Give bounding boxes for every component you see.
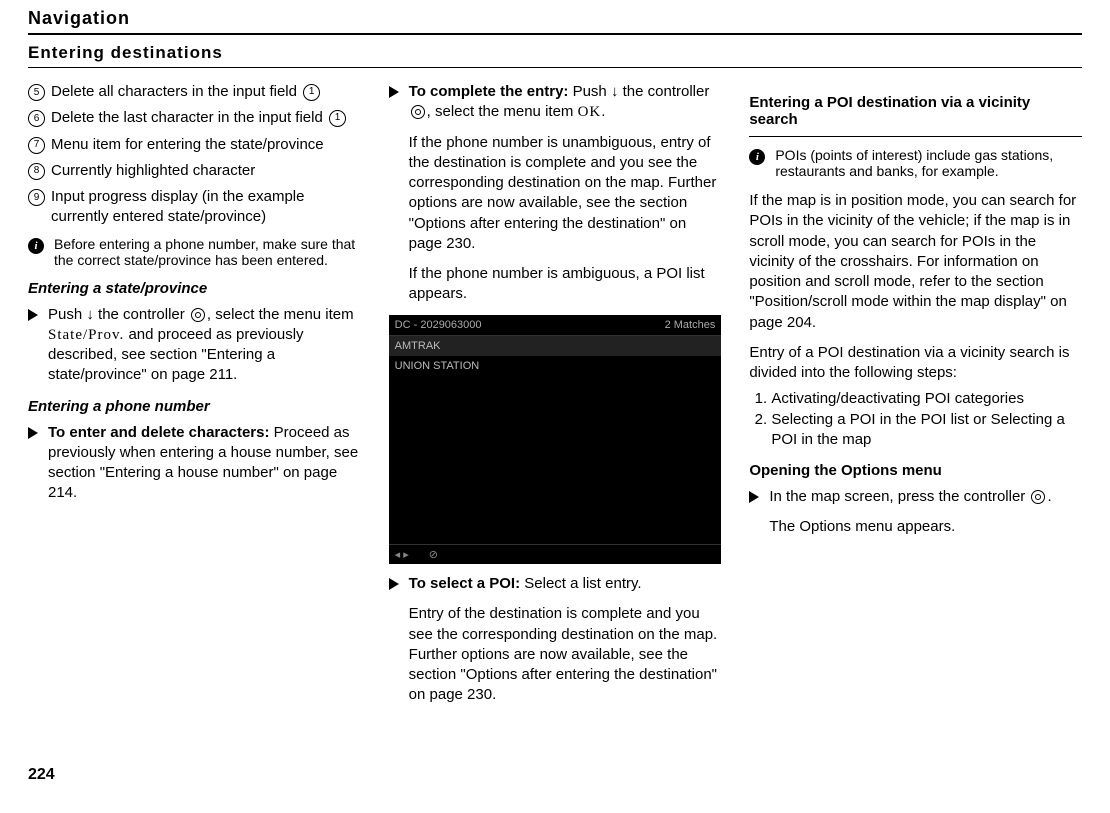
text: , select the menu item [427, 103, 578, 120]
device-screenshot: DC - 2029063000 2 Matches AMTRAK UNION S… [389, 315, 722, 565]
text: Delete the last character in the input f… [51, 109, 327, 126]
step-text: To complete the entry: Push ↓ the contro… [409, 82, 722, 123]
content-columns: 5 Delete all characters in the input fie… [28, 82, 1082, 716]
step-text: Push ↓ the controller , select the menu … [48, 305, 361, 386]
menu-label: OK [578, 104, 602, 120]
text: . [601, 103, 605, 120]
legend-item-5: 5 Delete all characters in the input fie… [28, 82, 361, 102]
body-text: Entry of the destination is complete and… [409, 604, 722, 705]
circled-number-icon: 5 [28, 84, 45, 101]
legend-text: Menu item for entering the state/provinc… [51, 135, 361, 155]
legend-text: Delete all characters in the input field… [51, 82, 361, 102]
step-triangle-icon [749, 491, 759, 503]
instruction-step: Push ↓ the controller , select the menu … [28, 305, 361, 386]
heading-options-menu: Opening the Options menu [749, 462, 1082, 479]
legend-text: Delete the last character in the input f… [51, 108, 361, 128]
text: Push [48, 306, 86, 323]
step-bold-label: To select a POI: [409, 575, 520, 592]
text: In the map screen, press the controller [769, 488, 1029, 505]
menu-label: State/Prov. [48, 327, 124, 343]
text: the controller [94, 306, 189, 323]
step-triangle-icon [28, 427, 38, 439]
info-note: i Before entering a phone number, make s… [28, 236, 361, 268]
circled-number-icon: 7 [28, 137, 45, 154]
list-item: Selecting a POI in the POI list or Selec… [771, 410, 1082, 451]
instruction-step: To complete the entry: Push ↓ the contro… [389, 82, 722, 123]
column-2: To complete the entry: Push ↓ the contro… [389, 82, 722, 716]
list-item: Activating/deactivating POI categories [771, 389, 1082, 409]
instruction-step: To enter and delete characters: Proceed … [28, 423, 361, 504]
step-triangle-icon [28, 309, 38, 321]
step-triangle-icon [389, 86, 399, 98]
divider [749, 136, 1082, 137]
screenshot-matches: 2 Matches [665, 319, 716, 331]
legend-text: Currently highlighted character [51, 161, 361, 181]
screenshot-footer-icon: ⊘ [429, 548, 438, 561]
step-bold-label: To complete the entry: [409, 83, 569, 100]
screenshot-list-row: AMTRAK [389, 336, 722, 356]
legend-item-6: 6 Delete the last character in the input… [28, 108, 361, 128]
text: , select the menu item [207, 306, 354, 323]
page-number: 224 [28, 766, 1082, 784]
circled-ref-icon: 1 [303, 84, 320, 101]
step-text: To enter and delete characters: Proceed … [48, 423, 361, 504]
info-icon: i [28, 238, 44, 254]
heading-entering-phone: Entering a phone number [28, 398, 361, 415]
info-icon: i [749, 149, 765, 165]
heading-poi-vicinity: Entering a POI destination via a vicinit… [749, 94, 1082, 128]
step-bold-label: To enter and delete characters: [48, 424, 269, 441]
body-text: If the phone number is ambiguous, a POI … [409, 264, 722, 305]
legend-item-7: 7 Menu item for entering the state/provi… [28, 135, 361, 155]
circled-number-icon: 9 [28, 189, 45, 206]
text: Delete all characters in the input field [51, 83, 301, 100]
controller-icon [411, 105, 425, 119]
text: Select a list entry. [520, 575, 641, 592]
screenshot-footer-nav: ◂ ▸ [395, 548, 409, 561]
screenshot-list-row: UNION STATION [389, 356, 722, 376]
text: the controller [618, 83, 709, 100]
steps-list: Activating/deactivating POI categories S… [749, 389, 1082, 450]
controller-icon [191, 308, 205, 322]
heading-entering-state: Entering a state/province [28, 280, 361, 297]
circled-number-icon: 8 [28, 163, 45, 180]
circled-number-icon: 6 [28, 110, 45, 127]
page-header: Navigation [28, 0, 1082, 35]
text: . [1047, 488, 1051, 505]
controller-icon [1031, 490, 1045, 504]
instruction-step: To select a POI: Select a list entry. [389, 574, 722, 594]
info-text: Before entering a phone number, make sur… [54, 236, 361, 268]
down-arrow-icon: ↓ [86, 306, 94, 323]
step-text: To select a POI: Select a list entry. [409, 574, 722, 594]
section-subheader: Entering destinations [28, 35, 1082, 68]
step-triangle-icon [389, 578, 399, 590]
column-1: 5 Delete all characters in the input fie… [28, 82, 361, 716]
circled-ref-icon: 1 [329, 110, 346, 127]
body-text: Entry of a POI destination via a vicinit… [749, 343, 1082, 384]
legend-item-9: 9 Input progress display (in the example… [28, 187, 361, 228]
info-text: POIs (points of interest) include gas st… [775, 147, 1082, 179]
screenshot-title: DC - 2029063000 [395, 319, 482, 331]
screenshot-titlebar: DC - 2029063000 2 Matches [389, 315, 722, 336]
legend-item-8: 8 Currently highlighted character [28, 161, 361, 181]
body-text: The Options menu appears. [769, 517, 1082, 537]
screenshot-footer: ◂ ▸ ⊘ [389, 544, 722, 564]
step-text: In the map screen, press the controller … [769, 487, 1082, 507]
body-text: If the map is in position mode, you can … [749, 191, 1082, 333]
legend-text: Input progress display (in the example c… [51, 187, 361, 228]
body-text: If the phone number is unambiguous, entr… [409, 133, 722, 255]
instruction-step: In the map screen, press the controller … [749, 487, 1082, 507]
text: Push [568, 83, 611, 100]
info-note: i POIs (points of interest) include gas … [749, 147, 1082, 179]
column-3: Entering a POI destination via a vicinit… [749, 82, 1082, 716]
